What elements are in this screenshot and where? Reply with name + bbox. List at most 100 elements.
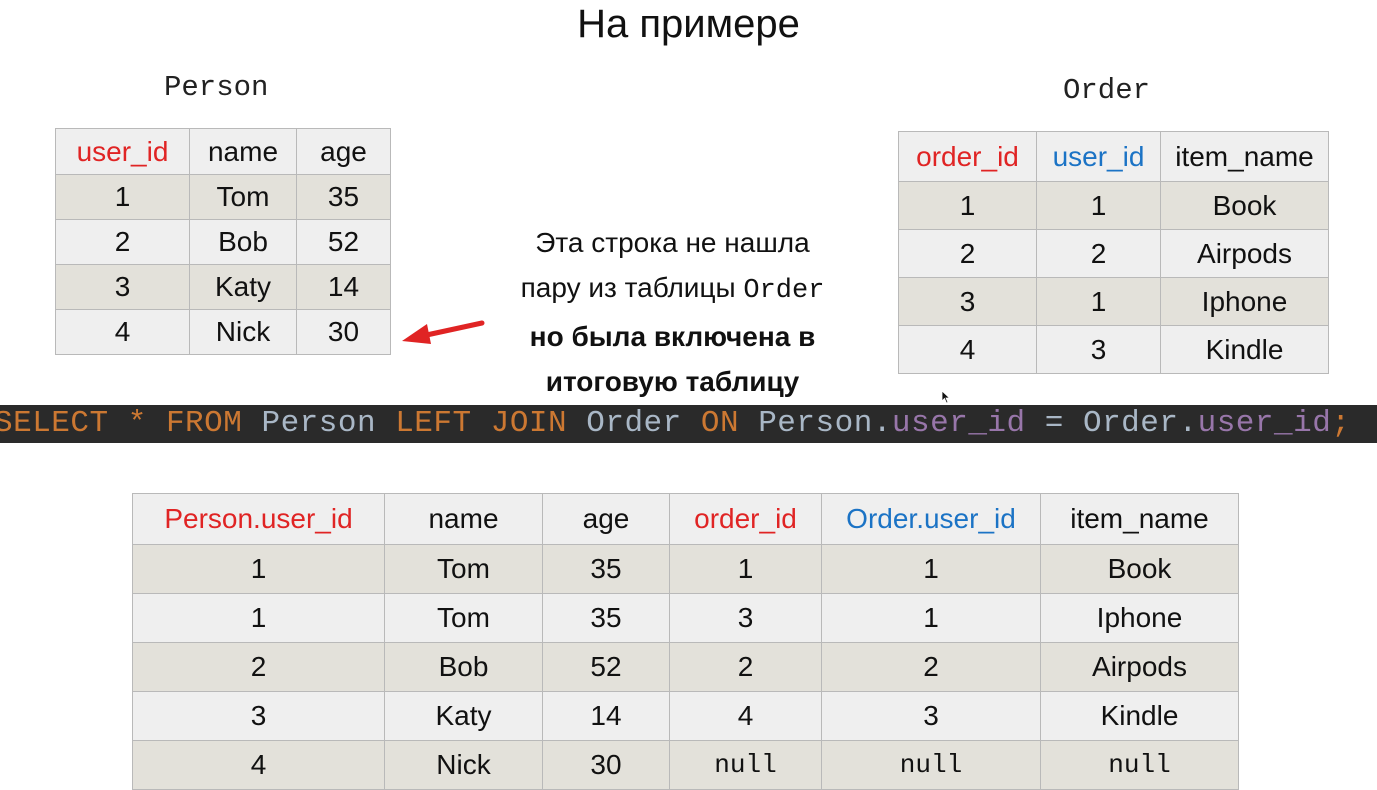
table-row: 4 Nick 30 null null null xyxy=(132,740,1239,790)
result-cell: Bob xyxy=(384,642,543,692)
person-cell: Bob xyxy=(189,219,297,265)
result-cell: 2 xyxy=(669,642,822,692)
result-cell: Katy xyxy=(384,691,543,741)
sql-token: user_id xyxy=(1197,406,1332,441)
slide-title: На примере xyxy=(577,2,800,46)
sql-token: Order xyxy=(567,406,701,441)
order-cell: 3 xyxy=(898,277,1037,326)
result-cell: 3 xyxy=(821,691,1041,741)
order-cell: 1 xyxy=(1036,277,1161,326)
person-cell: 35 xyxy=(296,174,391,220)
table-row: 2 Bob 52 xyxy=(55,219,391,265)
person-table: user_id name age 1 Tom 35 2 Bob 52 3 Kat… xyxy=(55,128,391,355)
result-cell: Book xyxy=(1040,544,1239,594)
table-row: 1 Tom 35 1 1 Book xyxy=(132,544,1239,594)
result-cell: 52 xyxy=(542,642,670,692)
note-line-2-code: Order xyxy=(743,276,825,306)
table-row: 1 1 Book xyxy=(898,181,1329,230)
result-cell-null: null xyxy=(669,740,822,790)
result-table: Person.user_id name age order_id Order.u… xyxy=(132,493,1239,790)
result-header-order-user-id: Order.user_id xyxy=(821,493,1041,545)
table-row: 3 Katy 14 xyxy=(55,264,391,310)
table-row: 2 2 Airpods xyxy=(898,229,1329,278)
result-cell: 1 xyxy=(132,544,385,594)
result-cell: 3 xyxy=(669,593,822,643)
table-row: 4 Nick 30 xyxy=(55,309,391,355)
table-row: 4 3 Kindle xyxy=(898,325,1329,374)
result-header-age: age xyxy=(542,493,670,545)
result-cell: 3 xyxy=(132,691,385,741)
result-cell: 1 xyxy=(821,593,1041,643)
result-cell: 1 xyxy=(132,593,385,643)
order-table: order_id user_id item_name 1 1 Book 2 2 … xyxy=(898,131,1329,374)
note-line-1: Эта строка не нашла xyxy=(535,227,810,258)
result-cell: 4 xyxy=(669,691,822,741)
result-header-order-id: order_id xyxy=(669,493,822,545)
note-line-2: пару из таблицы Order xyxy=(470,265,875,314)
result-cell: Iphone xyxy=(1040,593,1239,643)
order-header-order-id: order_id xyxy=(898,131,1037,182)
person-cell: 52 xyxy=(296,219,391,265)
order-header-item-name: item_name xyxy=(1160,131,1329,182)
result-cell-null: null xyxy=(1040,740,1239,790)
order-cell: 2 xyxy=(1036,229,1161,278)
person-cell: Katy xyxy=(189,264,297,310)
result-cell: Kindle xyxy=(1040,691,1239,741)
person-cell: 4 xyxy=(55,309,190,355)
order-cell: 1 xyxy=(898,181,1037,230)
sql-token: ON xyxy=(700,406,740,441)
order-cell: 1 xyxy=(1036,181,1161,230)
sql-token: Person. xyxy=(739,406,892,441)
sql-token: * xyxy=(127,406,147,441)
person-cell: 2 xyxy=(55,219,190,265)
result-cell: 35 xyxy=(542,544,670,594)
order-cell: Airpods xyxy=(1160,229,1329,278)
sql-token: ; xyxy=(1331,406,1351,441)
person-cell: 1 xyxy=(55,174,190,220)
person-header-age: age xyxy=(296,128,391,175)
order-cell: 2 xyxy=(898,229,1037,278)
result-header-person-user-id: Person.user_id xyxy=(132,493,385,545)
order-cell: Book xyxy=(1160,181,1329,230)
mouse-cursor-icon xyxy=(941,390,951,404)
sql-token: FROM xyxy=(165,406,243,441)
person-table-caption: Person xyxy=(164,71,269,104)
table-row: 2 Bob 52 2 2 Airpods xyxy=(132,642,1239,692)
table-row: 1 Tom 35 xyxy=(55,174,391,220)
person-header-user-id: user_id xyxy=(55,128,190,175)
order-table-caption: Order xyxy=(1063,74,1151,107)
result-cell: 1 xyxy=(669,544,822,594)
person-header-name: name xyxy=(189,128,297,175)
order-cell: Iphone xyxy=(1160,277,1329,326)
annotation-note: Эта строка не нашла пару из таблицы Orde… xyxy=(470,220,875,404)
person-cell: Nick xyxy=(189,309,297,355)
order-cell: 3 xyxy=(1036,325,1161,374)
sql-query-bar: SELECT * FROM Person LEFT JOIN Order ON … xyxy=(0,405,1377,443)
table-row: 1 Tom 35 3 1 Iphone xyxy=(132,593,1239,643)
result-cell: Tom xyxy=(384,593,543,643)
result-cell: 1 xyxy=(821,544,1041,594)
result-cell: 14 xyxy=(542,691,670,741)
note-line-2-text: пару из таблицы xyxy=(520,272,744,303)
result-cell: Tom xyxy=(384,544,543,594)
person-cell: Tom xyxy=(189,174,297,220)
result-cell: Airpods xyxy=(1040,642,1239,692)
result-header-item-name: item_name xyxy=(1040,493,1239,545)
note-line-3: но была включена в xyxy=(529,321,816,352)
result-cell: 2 xyxy=(821,642,1041,692)
order-cell: 4 xyxy=(898,325,1037,374)
sql-token: = Order. xyxy=(1025,406,1198,441)
result-cell: 30 xyxy=(542,740,670,790)
sql-token: user_id xyxy=(891,406,1026,441)
order-header-user-id: user_id xyxy=(1036,131,1161,182)
sql-token: Person xyxy=(242,406,396,441)
order-cell: Kindle xyxy=(1160,325,1329,374)
person-cell: 14 xyxy=(296,264,391,310)
table-row: 3 1 Iphone xyxy=(898,277,1329,326)
result-header-name: name xyxy=(384,493,543,545)
result-cell: 4 xyxy=(132,740,385,790)
result-cell-null: null xyxy=(821,740,1041,790)
result-cell: 35 xyxy=(542,593,670,643)
